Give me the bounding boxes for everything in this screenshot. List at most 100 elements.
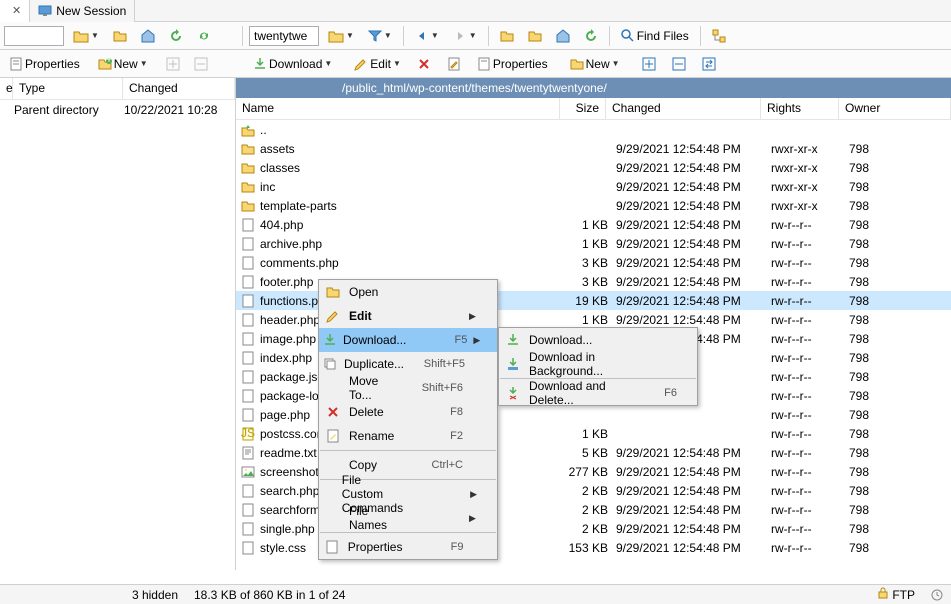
submenu-download-bg[interactable]: Download in Background... <box>499 352 697 376</box>
home-remote-icon[interactable] <box>551 26 575 46</box>
cell-rights: rw-r--r-- <box>771 503 849 517</box>
status-hidden: 3 hidden <box>8 588 178 602</box>
folder-remote-icon[interactable] <box>495 26 519 46</box>
cell-type: Parent directory <box>14 103 124 117</box>
file-row[interactable]: assets9/29/2021 12:54:48 PMrwxr-xr-x798 <box>236 139 951 158</box>
cell-changed: 9/29/2021 12:54:48 PM <box>616 161 771 175</box>
menu-delete[interactable]: DeleteF8 <box>319 400 497 424</box>
col-header[interactable]: e <box>0 78 13 99</box>
swap-box-icon[interactable] <box>697 54 721 74</box>
col-header-size[interactable]: Size <box>560 98 606 119</box>
folder-icon[interactable] <box>108 26 132 46</box>
menu-rename[interactable]: RenameF2 <box>319 424 497 448</box>
session-tab[interactable]: ✕ <box>0 0 30 22</box>
cell-name: comments.php <box>260 256 564 270</box>
col-header-changed[interactable]: Changed <box>606 98 761 119</box>
js-icon: JS <box>240 426 256 442</box>
cell-rights: rw-r--r-- <box>771 370 849 384</box>
home-icon[interactable] <box>136 26 160 46</box>
file-icon <box>240 293 256 309</box>
folder2-remote-icon[interactable] <box>523 26 547 46</box>
refresh-icon[interactable] <box>164 26 188 46</box>
status-connection[interactable]: FTP <box>877 587 915 602</box>
status-selection: 18.3 KB of 860 KB in 1 of 24 <box>194 588 345 602</box>
forward-icon[interactable]: ▼ <box>448 26 482 46</box>
file-row[interactable]: classes9/29/2021 12:54:48 PMrwxr-xr-x798 <box>236 158 951 177</box>
col-header-owner[interactable]: Owner <box>839 98 951 119</box>
file-row[interactable]: inc9/29/2021 12:54:48 PMrwxr-xr-x798 <box>236 177 951 196</box>
remote-address-input[interactable] <box>249 26 319 46</box>
new-remote-button[interactable]: New ▼ <box>565 54 625 74</box>
cell-owner: 798 <box>849 161 899 175</box>
cell-rights: rw-r--r-- <box>771 484 849 498</box>
cell-size: 1 KB <box>564 218 616 232</box>
file-row[interactable]: archive.php1 KB9/29/2021 12:54:48 PMrw-r… <box>236 234 951 253</box>
menu-properties[interactable]: PropertiesF9 <box>319 535 497 559</box>
file-row[interactable]: template-parts9/29/2021 12:54:48 PMrwxr-… <box>236 196 951 215</box>
menu-file-custom-commands[interactable]: File Custom Commands▶ <box>319 482 497 506</box>
new-session-label: New Session <box>56 4 126 18</box>
menu-edit[interactable]: Edit▶ <box>319 304 497 328</box>
refresh-remote-icon[interactable] <box>579 26 603 46</box>
file-icon <box>240 274 256 290</box>
cell-rights: rw-r--r-- <box>771 256 849 270</box>
cell-name: inc <box>260 180 564 194</box>
new-session-tab[interactable]: New Session <box>30 0 135 22</box>
properties-remote-button[interactable]: Properties <box>472 54 553 74</box>
svg-text:+: + <box>105 57 112 66</box>
file-row[interactable]: 404.php1 KB9/29/2021 12:54:48 PMrw-r--r-… <box>236 215 951 234</box>
local-address-input[interactable] <box>4 26 64 46</box>
col-header-name[interactable]: Name <box>236 98 560 119</box>
cell-owner: 798 <box>849 180 899 194</box>
folder-icon <box>240 141 256 157</box>
submenu-download-delete[interactable]: Download and Delete...F6 <box>499 381 697 405</box>
folder-open-remote-icon[interactable]: ▼ <box>323 26 359 46</box>
cell-changed: 9/29/2021 12:54:48 PM <box>616 522 771 536</box>
properties-local-button[interactable]: Properties <box>4 54 85 74</box>
col-header-type[interactable]: Type <box>13 78 123 99</box>
new-local-button[interactable]: + New ▼ <box>93 54 153 74</box>
remote-path[interactable]: /public_html/wp-content/themes/twentytwe… <box>236 78 951 98</box>
cell-changed: 9/29/2021 12:54:48 PM <box>616 446 771 460</box>
find-files-button[interactable]: Find Files <box>616 26 694 46</box>
close-icon[interactable]: ✕ <box>12 4 21 17</box>
download-button[interactable]: Download ▼ <box>248 54 337 74</box>
minus-box-icon[interactable] <box>189 54 213 74</box>
menu-download[interactable]: Download...F5▶ <box>319 328 497 352</box>
delete-button[interactable] <box>412 54 436 74</box>
file-row[interactable]: comments.php3 KB9/29/2021 12:54:48 PMrw-… <box>236 253 951 272</box>
file-row[interactable]: .. <box>236 120 951 139</box>
plus-box-icon[interactable] <box>161 54 185 74</box>
submenu-download[interactable]: Download... <box>499 328 697 352</box>
remote-pane: /public_html/wp-content/themes/twentytwe… <box>236 78 951 570</box>
back-icon[interactable]: ▼ <box>410 26 444 46</box>
menu-open[interactable]: Open <box>319 280 497 304</box>
filter-icon[interactable]: ▼ <box>363 26 397 46</box>
tree-icon[interactable] <box>707 26 731 46</box>
cell-changed: 9/29/2021 12:54:48 PM <box>616 256 771 270</box>
folder-icon <box>240 179 256 195</box>
col-header-rights[interactable]: Rights <box>761 98 839 119</box>
up-icon <box>240 122 256 138</box>
plus-box-remote-icon[interactable] <box>637 54 661 74</box>
cell-changed: 9/29/2021 12:54:48 PM <box>616 218 771 232</box>
toolbar-row2: Properties + New ▼ Download ▼ Edit ▼ Pro… <box>0 50 951 78</box>
cell-owner: 798 <box>849 408 899 422</box>
cell-owner: 798 <box>849 275 899 289</box>
col-header-changed[interactable]: Changed <box>123 78 235 99</box>
cell-size: 5 KB <box>564 446 616 460</box>
folder-open-icon[interactable]: ▼ <box>68 26 104 46</box>
rename-icon[interactable] <box>442 54 466 74</box>
menu-move-to[interactable]: Move To...Shift+F6 <box>319 376 497 400</box>
menu-duplicate[interactable]: Duplicate...Shift+F5 <box>319 352 497 376</box>
local-row[interactable]: Parent directory10/22/2021 10:28 <box>0 100 235 119</box>
file-icon <box>240 331 256 347</box>
cell-rights: rw-r--r-- <box>771 313 849 327</box>
minus-box-remote-icon[interactable] <box>667 54 691 74</box>
edit-button[interactable]: Edit ▼ <box>349 54 406 74</box>
cell-owner: 798 <box>849 294 899 308</box>
cell-size: 1 KB <box>564 427 616 441</box>
file-icon <box>240 236 256 252</box>
sync-icon[interactable] <box>192 26 216 46</box>
download-icon <box>323 333 337 347</box>
